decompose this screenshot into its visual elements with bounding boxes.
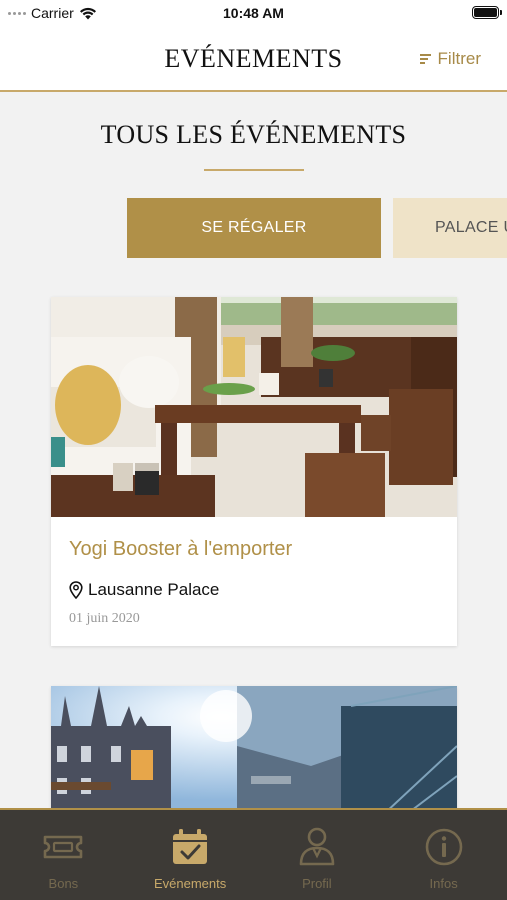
ticket-icon — [44, 835, 83, 859]
event-card[interactable]: Yogi Booster à l'emporter Lausanne Palac… — [51, 297, 457, 646]
category-tabs: SE RÉGALER PALACE U — [0, 198, 507, 258]
tab-label-evenements: Evénements — [153, 876, 227, 891]
tab-bar: Bons Evénements Profil Infos — [0, 808, 507, 900]
section-divider — [204, 169, 304, 171]
tab-profil[interactable]: Profil — [254, 810, 381, 900]
info-icon — [425, 828, 462, 866]
tab-label-infos: Infos — [429, 876, 458, 891]
event-location: Lausanne Palace — [69, 580, 219, 600]
filter-icon — [419, 54, 431, 64]
location-pin-icon — [69, 581, 83, 599]
event-card[interactable] — [51, 686, 457, 826]
battery-icon — [472, 6, 502, 19]
event-image — [51, 686, 457, 826]
event-title: Yogi Booster à l'emporter — [69, 538, 293, 560]
filter-label: Filtrer — [437, 49, 481, 68]
navigation-bar: EVÉNEMENTS Filtrer — [0, 26, 507, 92]
person-icon — [299, 827, 335, 866]
tab-infos[interactable]: Infos — [380, 810, 507, 900]
tab-label-profil: Profil — [302, 876, 332, 891]
event-image — [51, 297, 457, 517]
tab-label-bons: Bons — [48, 876, 79, 891]
tab-evenements[interactable]: Evénements — [127, 810, 254, 900]
status-bar: Carrier 10:48 AM — [0, 0, 507, 26]
event-location-name: Lausanne Palace — [88, 580, 220, 599]
section-title: TOUS LES ÉVÉNEMENTS — [100, 120, 407, 149]
filter-button[interactable]: Filtrer — [419, 49, 481, 69]
category-tab-palace[interactable]: PALACE U — [393, 198, 507, 258]
tab-bons[interactable]: Bons — [0, 810, 127, 900]
calendar-check-icon — [173, 829, 208, 864]
clock: 10:48 AM — [223, 5, 284, 21]
event-date: 01 juin 2020 — [69, 611, 140, 626]
category-tab-se-regaler[interactable]: SE RÉGALER — [127, 198, 381, 258]
